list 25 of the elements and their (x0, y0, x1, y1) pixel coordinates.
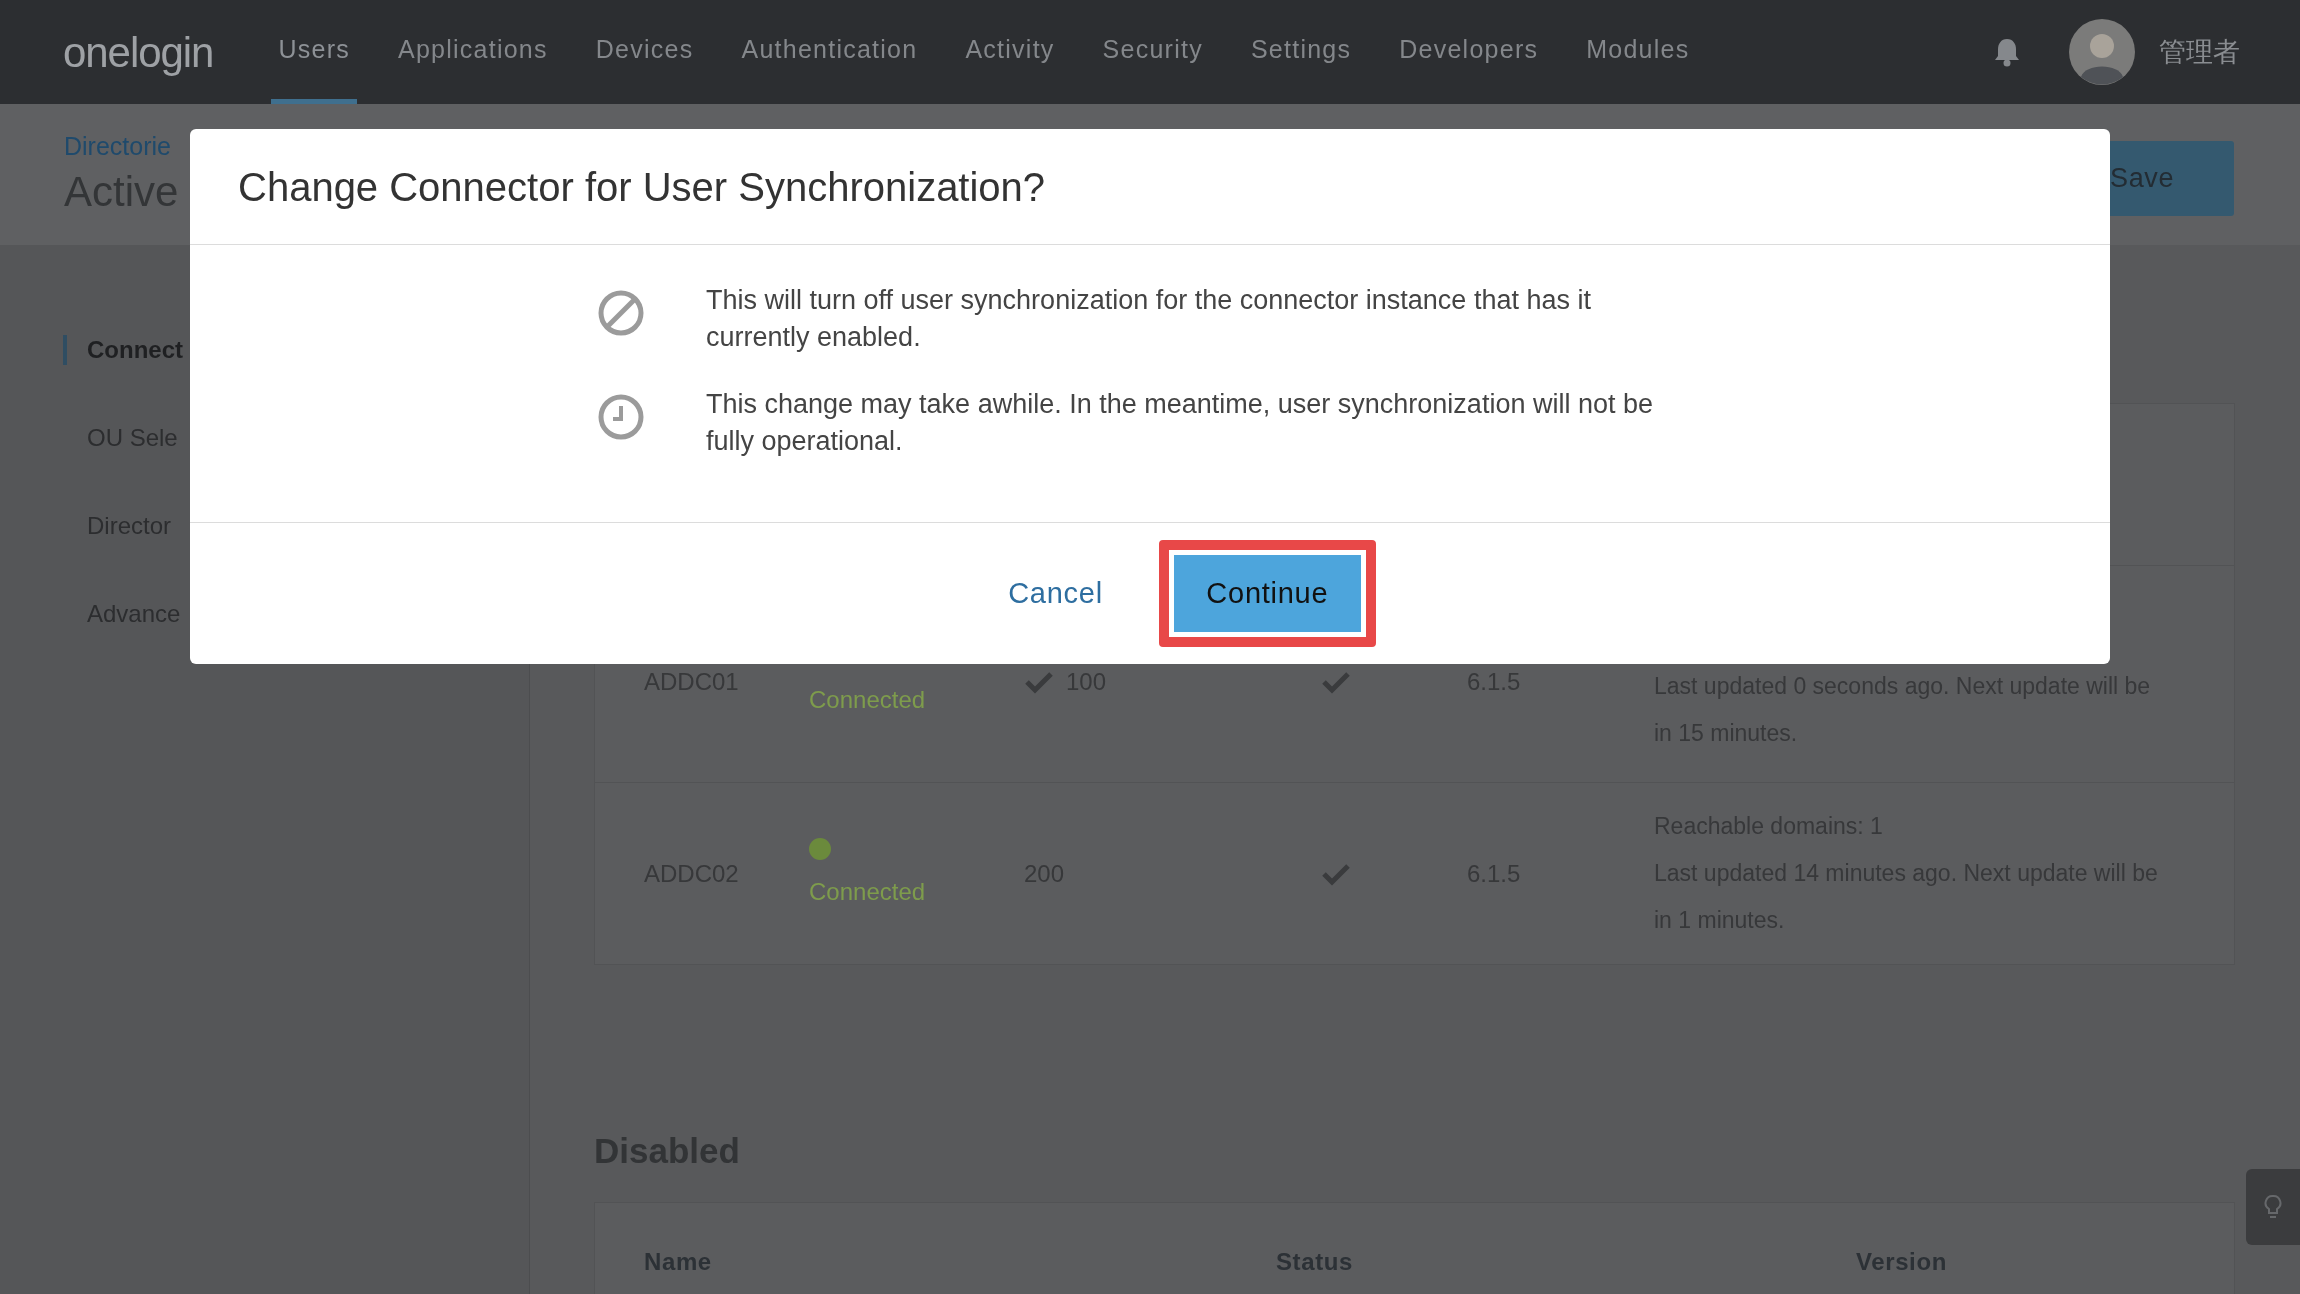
nav-tab[interactable]: Security (1095, 0, 1210, 104)
nav-tab[interactable]: Activity (958, 0, 1062, 104)
dialog-message: This will turn off user synchronization for the connector instance that has it currently enabled. (706, 284, 1592, 354)
check-icon (1024, 670, 1054, 694)
status-label: Connected (809, 876, 926, 907)
check-icon (1321, 861, 1351, 886)
continue-button[interactable]: Continue (1173, 555, 1361, 632)
bell-icon[interactable] (1993, 37, 2021, 67)
status-label: Connected (809, 685, 926, 715)
clock-icon (597, 393, 645, 441)
logo[interactable]: onelogin (63, 20, 214, 84)
prohibited-icon (597, 289, 645, 337)
lightbulb-icon (2264, 1194, 2282, 1220)
cancel-button[interactable]: Cancel (1004, 571, 1107, 616)
dialog-title: Change Connector for User Synchronization? (238, 163, 1046, 211)
avatar[interactable] (2069, 19, 2135, 85)
nav-tab[interactable]: Modules (1579, 0, 1697, 104)
nav-tab[interactable]: Devices (588, 0, 701, 104)
nav-tab[interactable]: Developers (1392, 0, 1546, 104)
user-name[interactable]: 管理者 (2159, 31, 2240, 73)
dialog-message: This change may take awhile. In the meantime, user synchronization will not be fully operational. (706, 388, 1654, 458)
nav-tab[interactable]: Applications (390, 0, 555, 104)
nav-tab[interactable]: Authentication (734, 0, 925, 104)
nav-tab[interactable]: Settings (1243, 0, 1359, 104)
check-icon (1321, 670, 1351, 694)
